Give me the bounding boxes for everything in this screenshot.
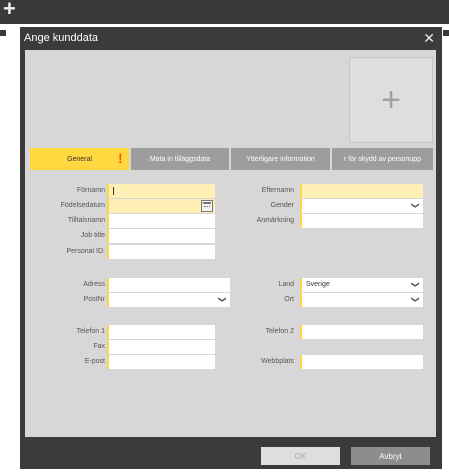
tab-label: r för skydd av personupp	[343, 155, 422, 163]
app-toolbar: +	[0, 0, 449, 24]
address-field[interactable]	[107, 278, 230, 292]
customer-dialog: Ange kunddata ✕ + General ! Mata in till…	[20, 27, 442, 469]
phone2-field[interactable]	[300, 325, 423, 339]
chevron-down-icon: ❯	[411, 296, 421, 303]
firstname-field[interactable]	[107, 184, 215, 198]
photo-upload[interactable]: +	[349, 57, 433, 143]
phone2-label: Telefon 2	[265, 328, 294, 335]
phone1-field[interactable]	[107, 325, 215, 339]
gender-label: Gender	[270, 202, 294, 209]
address-label: Adress	[83, 281, 105, 288]
lastname-label: Efternamn	[261, 187, 294, 194]
fax-field[interactable]	[107, 340, 215, 354]
personalid-label: Personal ID:	[66, 248, 105, 255]
salutation-label: Tilltalsnamn	[67, 217, 105, 224]
close-icon[interactable]: ✕	[423, 30, 435, 47]
birthdate-field[interactable]	[107, 199, 215, 213]
tab-privacy[interactable]: r för skydd av personupp	[332, 148, 433, 170]
fax-label: Fax	[93, 343, 105, 350]
tab-bar: General ! Mata in tilläggsdata Ytterliga…	[30, 148, 433, 170]
dialog-title: Ange kunddata	[24, 32, 99, 44]
country-select[interactable]: Sverige ❯	[300, 278, 423, 292]
note-field[interactable]	[300, 214, 423, 228]
gender-select[interactable]: ❯	[300, 199, 423, 213]
tab-additional-info[interactable]: Ytterligare information	[231, 148, 330, 170]
chevron-down-icon: ❯	[411, 202, 421, 209]
background-edge	[0, 30, 6, 36]
jobtitle-label: Job title	[80, 232, 105, 239]
birthdate-label: Födelsedatum	[60, 202, 105, 209]
tab-label: Mata in tilläggsdata	[149, 155, 211, 163]
chevron-down-icon: ❯	[411, 281, 421, 288]
tab-label: Ytterligare information	[246, 155, 315, 163]
dialog-content: + General ! Mata in tilläggsdata Ytterli…	[25, 50, 436, 437]
email-field[interactable]	[107, 355, 215, 369]
background-edge	[443, 30, 449, 36]
tab-general[interactable]: General	[30, 148, 129, 170]
phone1-label: Telefon 1	[76, 328, 105, 335]
text-caret	[113, 187, 114, 195]
tab-label: General	[67, 155, 92, 163]
website-label: Webbplats	[261, 358, 294, 365]
zip-label: PostNr	[83, 296, 105, 303]
salutation-field[interactable]	[107, 214, 215, 228]
note-label: Anmärkning	[256, 217, 294, 224]
dialog-footer: OK Avbryt	[25, 437, 436, 469]
city-label: Ort	[284, 296, 294, 303]
warning-icon: !	[118, 150, 123, 166]
email-label: E-post	[84, 358, 105, 365]
city-select[interactable]: ❯	[300, 293, 423, 307]
add-icon[interactable]: +	[3, 0, 16, 20]
calendar-icon[interactable]	[201, 200, 213, 212]
country-label: Land	[278, 281, 294, 288]
personalid-field[interactable]	[107, 245, 215, 259]
country-value: Sverige	[306, 281, 330, 288]
zip-select[interactable]: ❯	[107, 293, 230, 307]
ok-button[interactable]: OK	[261, 447, 340, 465]
plus-icon: +	[381, 80, 401, 119]
cancel-button[interactable]: Avbryt	[351, 447, 430, 465]
website-field[interactable]	[300, 355, 423, 369]
tab-extra-data[interactable]: Mata in tilläggsdata	[131, 148, 229, 170]
lastname-field[interactable]	[300, 184, 423, 198]
firstname-label: Förnamn	[76, 187, 105, 194]
jobtitle-field[interactable]	[107, 229, 215, 243]
